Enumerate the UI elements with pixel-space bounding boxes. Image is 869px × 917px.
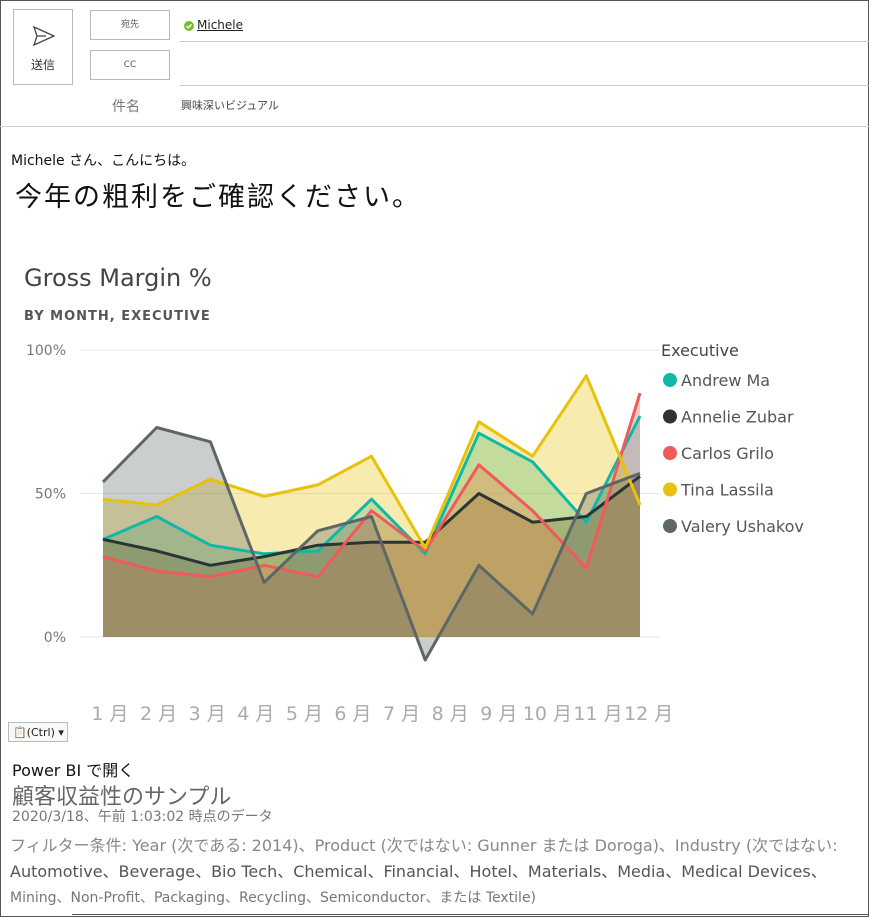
legend-swatch xyxy=(663,519,677,533)
y-tick-label: 50% xyxy=(35,487,66,503)
open-in-powerbi-link[interactable]: Power BI で開く xyxy=(12,757,134,781)
x-tick-label: 9 月 xyxy=(480,703,517,725)
x-tick-label: 1 月 xyxy=(91,703,128,725)
x-tick-label: 12 月 xyxy=(624,703,673,725)
legend-item: Carlos Grilo xyxy=(681,444,774,463)
chart-subtitle: BY MONTH, EXECUTIVE xyxy=(24,309,211,324)
legend-item: Valery Ushakov xyxy=(681,517,804,536)
filter-description: フィルター条件: Year (次である: 2014)、Product (次ではな… xyxy=(10,833,869,911)
y-tick-label: 100% xyxy=(26,343,66,359)
paste-label: (Ctrl) xyxy=(26,726,55,739)
send-label: 送信 xyxy=(30,58,55,72)
legend-item: Annelie Zubar xyxy=(681,408,794,427)
send-icon xyxy=(33,26,55,46)
header-divider xyxy=(0,126,869,127)
cc-button[interactable]: CC xyxy=(90,50,170,80)
send-button[interactable]: 送信 xyxy=(13,9,73,85)
bottom-border xyxy=(72,914,869,915)
presence-available-icon xyxy=(184,21,194,31)
paste-options-button[interactable]: 📋(Ctrl) ▾ xyxy=(8,722,68,742)
x-tick-label: 3 月 xyxy=(189,703,226,725)
legend-swatch xyxy=(663,482,677,497)
legend-swatch xyxy=(663,373,677,387)
x-tick-label: 8 月 xyxy=(432,703,469,725)
greeting-text: Michele さん、こんにちは。 xyxy=(11,153,196,169)
legend-item: Andrew Ma xyxy=(681,371,770,390)
x-tick-label: 4 月 xyxy=(237,703,274,725)
legend-title: Executive xyxy=(661,341,739,360)
x-tick-label: 11 月 xyxy=(573,703,622,725)
subject-field[interactable]: 興味深いビジュアル xyxy=(181,97,279,113)
y-tick-label: 0% xyxy=(44,630,66,646)
x-tick-label: 5 月 xyxy=(286,703,323,725)
filters-line-1: フィルター条件: Year (次である: 2014)、Product (次ではな… xyxy=(10,836,838,855)
x-tick-label: 6 月 xyxy=(334,703,371,725)
recipient-name[interactable]: Michele xyxy=(197,18,243,32)
clipboard-icon: 📋 xyxy=(13,726,27,739)
headline-text: 今年の粗利をご確認ください。 xyxy=(15,182,421,213)
legend-swatch xyxy=(663,409,677,424)
x-tick-label: 2 月 xyxy=(140,703,177,725)
legend-item: Tina Lassila xyxy=(680,481,774,500)
x-tick-label: 7 月 xyxy=(383,703,420,725)
legend-swatch xyxy=(663,446,677,460)
to-button[interactable]: 宛先 xyxy=(90,10,170,40)
filters-line-3: Mining、Non-Profit、Packaging、Recycling、Se… xyxy=(10,890,537,906)
gross-margin-chart: 100% 50% 0% 1 月 2 月 3 月 4 月 5 月 6 月 7 月 8 月 9 月 10 月… xyxy=(26,341,804,725)
cc-field[interactable] xyxy=(180,50,869,86)
filters-line-2: Automotive、Beverage、Bio Tech、Chemical、Fi… xyxy=(10,862,827,881)
subject-label: 件名 xyxy=(112,99,140,115)
to-field[interactable]: Michele xyxy=(180,15,869,42)
report-date: 2020/3/18、午前 1:03:02 時点のデータ xyxy=(12,809,273,825)
x-tick-label: 10 月 xyxy=(523,703,572,725)
chart-title: Gross Margin % xyxy=(24,264,212,292)
